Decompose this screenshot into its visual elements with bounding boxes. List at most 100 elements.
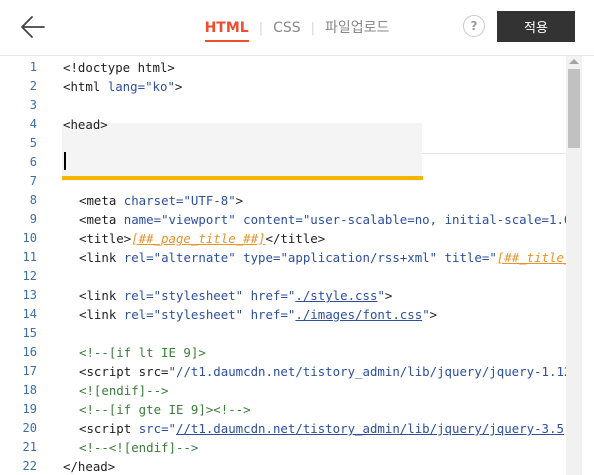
code-token: <meta (79, 212, 124, 227)
code-link: ./style.css (295, 288, 378, 303)
line-number: 17 (22, 364, 37, 378)
code-token: </title> (265, 231, 326, 246)
code-token: name= (123, 212, 162, 227)
code-comment: <!--[if lt IE 9]> (79, 345, 206, 360)
code-line: <![endif]--> (79, 383, 169, 398)
line-number: 11 (22, 250, 37, 264)
code-link: //t1.daumcdn.net/tistory_admin/lib/jquer… (176, 421, 564, 436)
code-token: > (384, 288, 393, 303)
line-number: 21 (22, 440, 37, 454)
template-variable: [##_page_title_##] (131, 231, 266, 246)
arrow-left-icon (21, 16, 45, 38)
line-number-gutter: 1 2 3 4 5 6 7 8 9 10 11 12 13 14 15 16 1… (0, 56, 46, 475)
code-comment: <![endif]--> (79, 383, 169, 398)
code-token: <script (79, 421, 139, 436)
code-line: <!--[if gte IE 9]><!--> (79, 402, 251, 417)
line-number: 16 (22, 345, 37, 359)
code-line: <meta name="viewport" content="user-scal… (79, 212, 571, 227)
code-token: "ko" (145, 79, 175, 94)
code-token: lang= (107, 79, 146, 94)
line-number: 19 (22, 402, 37, 416)
code-line: <title>[##_page_title_##]</title> (79, 231, 325, 246)
code-token: title= (437, 250, 490, 265)
code-token: src= (138, 421, 169, 436)
code-token: "UTF-8" (183, 193, 236, 208)
code-line: </head> (63, 459, 115, 474)
code-token: <title> (79, 231, 132, 246)
line-number: 7 (29, 174, 37, 188)
code-token: charset= (123, 193, 184, 208)
code-token: "alternate" (153, 250, 236, 265)
code-comment: <!--<![endif]--> (79, 440, 199, 455)
tab-file-upload[interactable]: 파일업로드 (323, 0, 391, 56)
line-number: 14 (22, 307, 37, 321)
tab-divider: | (258, 20, 264, 36)
code-line: <!doctype html> (63, 60, 175, 75)
code-line: <!--[if lt IE 9]> (79, 345, 206, 360)
code-token: " (489, 250, 497, 265)
code-token: <link (79, 288, 124, 303)
tab-html[interactable]: HTML (203, 0, 251, 56)
code-token: <html (63, 79, 108, 94)
help-button[interactable]: ? (463, 15, 485, 37)
line-number: 9 (29, 212, 37, 226)
code-line: <meta charset="UTF-8"> (79, 193, 243, 208)
line-number: 22 (22, 459, 37, 473)
code-token: "stylesheet" (153, 288, 244, 303)
apply-button[interactable]: 적용 (497, 11, 575, 42)
code-token: href= (243, 307, 288, 322)
code-token: " (377, 288, 385, 303)
line-number: 10 (22, 231, 37, 245)
code-link: ./images/font.css (295, 307, 423, 322)
line-number: 6 (29, 155, 37, 169)
code-token: > (174, 79, 183, 94)
code-line: <html lang="ko"> (63, 79, 182, 94)
vertical-scrollbar[interactable] (566, 56, 582, 475)
code-token: "application/rss+xml" (280, 250, 438, 265)
code-line: <link rel="stylesheet" href= "./style.css… (79, 288, 392, 303)
template-variable: [##_title_ (496, 250, 572, 265)
code-line: <link rel="alternate" type="application/… (79, 250, 571, 265)
line-number: 2 (29, 79, 37, 93)
code-token: <link (79, 250, 124, 265)
code-token: <script src= (79, 364, 169, 379)
code-token: content= (235, 212, 303, 227)
code-comment: <!--[if gte IE 9]><!--> (79, 402, 251, 417)
code-token: type= (235, 250, 281, 265)
code-token: <meta (79, 193, 124, 208)
code-token: "//t1.daumcdn.net/tistory_admin/lib/jque… (168, 364, 572, 379)
code-lines[interactable]: <!doctype html> <html lang="ko"> <head> … (63, 56, 583, 475)
code-token: <link (79, 307, 124, 322)
code-line: <script src="//t1.daumcdn.net/tistory_ad… (79, 421, 564, 436)
back-button[interactable] (20, 14, 46, 40)
code-token: "user-scalable=no, initial-scale=1.0 (302, 212, 572, 227)
code-token: <head> (63, 117, 108, 132)
code-token: > (235, 193, 244, 208)
tab-css[interactable]: CSS (271, 0, 303, 56)
line-number: 13 (22, 288, 37, 302)
scroll-up-arrow-icon[interactable] (569, 59, 579, 64)
code-token: rel= (123, 288, 154, 303)
code-token: " (168, 421, 176, 436)
line-number: 4 (29, 117, 37, 131)
code-token: rel= (123, 250, 154, 265)
line-number: 5 (29, 136, 37, 150)
code-token: href= (243, 288, 288, 303)
html-code-editor[interactable]: 1 2 3 4 5 6 7 8 9 10 11 12 13 14 15 16 1… (0, 56, 594, 475)
code-token: rel= (123, 307, 154, 322)
code-token: "viewport" (161, 212, 236, 227)
line-number: 3 (29, 98, 37, 112)
code-line: <link rel="stylesheet" href= "./images/fo… (79, 307, 437, 322)
scroll-thumb[interactable] (568, 69, 580, 148)
code-token: <!doctype html> (63, 60, 175, 75)
line-number: 8 (29, 193, 37, 207)
line-number: 15 (22, 326, 37, 340)
code-token: " (422, 307, 430, 322)
code-line: <head> (63, 117, 108, 132)
line-number: 20 (22, 421, 37, 435)
code-line: <script src="//t1.daumcdn.net/tistory_ad… (79, 364, 571, 379)
code-line: <!--<![endif]--> (79, 440, 198, 455)
code-token: </head> (63, 459, 116, 474)
tab-divider: | (310, 20, 316, 36)
editor-toolbar: HTML | CSS | 파일업로드 ? 적용 (0, 0, 594, 56)
